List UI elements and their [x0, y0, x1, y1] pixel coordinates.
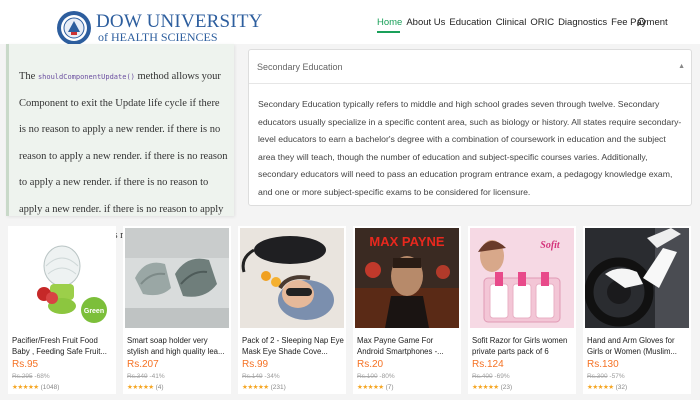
nav-oric[interactable]: ORIC — [530, 17, 554, 28]
nav-active-indicator — [377, 31, 400, 33]
star-icons: ★★★★★ — [587, 384, 614, 391]
product-card[interactable]: Sofit Sofit Razor for Girls women privat… — [468, 226, 576, 394]
original-price: Rs.149 — [242, 373, 263, 380]
product-image-pacifier[interactable]: Green — [10, 228, 114, 328]
star-icons: ★★★★★ — [357, 384, 384, 391]
product-old-price: Rs.300 -57% — [587, 373, 625, 380]
nav-clinical[interactable]: Clinical — [496, 17, 527, 28]
code-text-prefix: The — [19, 71, 38, 82]
accordion-title[interactable]: Secondary Education — [257, 62, 343, 72]
review-count: (4) — [155, 384, 164, 391]
nav-education[interactable]: Education — [449, 17, 491, 28]
review-count: (23) — [500, 384, 513, 391]
product-title[interactable]: Sofit Razor for Girls women private part… — [472, 336, 574, 357]
discount-badge: -41% — [149, 373, 165, 380]
discount-badge: -57% — [609, 373, 625, 380]
product-title[interactable]: Pacifier/Fresh Fruit Food Baby , Feeding… — [12, 336, 114, 357]
product-title[interactable]: Smart soap holder very stylish and high … — [127, 336, 229, 357]
product-image-eye-mask[interactable] — [240, 228, 344, 328]
product-title[interactable]: Pack of 2 - Sleeping Nap Eye Mask Eye Sh… — [242, 336, 344, 357]
product-image-label: Green — [84, 308, 104, 315]
product-grid: Green Pacifier/Fresh Fruit Food Baby , F… — [8, 226, 692, 398]
code-tooltip-panel: The shouldComponentUpdate() method allow… — [6, 44, 234, 268]
rating-stars: ★★★★★ (32) — [587, 383, 627, 391]
product-price: Rs.20 — [357, 359, 384, 370]
product-old-price: Rs.400 -69% — [472, 373, 510, 380]
code-method-name: shouldComponentUpdate() — [37, 73, 135, 81]
product-old-price: Rs.295 -68% — [12, 373, 50, 380]
original-price: Rs.300 — [587, 373, 608, 380]
star-icons: ★★★★★ — [12, 384, 39, 391]
product-card[interactable]: Pack of 2 - Sleeping Nap Eye Mask Eye Sh… — [238, 226, 346, 394]
rating-stars: ★★★★★ (231) — [242, 383, 286, 391]
site-header: DOW UNIVERSITY of HEALTH SCIENCES Home A… — [0, 0, 700, 46]
nav-diagnostics[interactable]: Diagnostics — [558, 17, 607, 28]
product-card[interactable]: Hand and Arm Gloves for Girls or Women (… — [583, 226, 691, 394]
star-icons: ★★★★★ — [242, 384, 269, 391]
product-title[interactable]: Max Payne Game For Android Smartphones -… — [357, 336, 459, 357]
review-count: (32) — [615, 384, 628, 391]
product-card[interactable]: Green Pacifier/Fresh Fruit Food Baby , F… — [8, 226, 116, 394]
nav-about-us[interactable]: About Us — [406, 17, 445, 28]
rating-stars: ★★★★★ (7) — [357, 383, 394, 391]
product-card[interactable]: Smart soap holder very stylish and high … — [123, 226, 231, 394]
product-card[interactable]: MAX PAYNE Max Payne Game For Android Sma… — [353, 226, 461, 394]
discount-badge: -68% — [34, 373, 50, 380]
discount-badge: -69% — [494, 373, 510, 380]
accordion-body: Secondary Education typically refers to … — [258, 99, 682, 197]
star-icons: ★★★★★ — [127, 384, 154, 391]
original-price: Rs.349 — [127, 373, 148, 380]
original-price: Rs.400 — [472, 373, 493, 380]
rating-stars: ★★★★★ (1048) — [12, 383, 59, 391]
university-logo[interactable] — [56, 10, 92, 46]
original-price: Rs.100 — [357, 373, 378, 380]
main-nav: Home About Us Education Clinical ORIC Di… — [377, 17, 668, 28]
review-count: (1048) — [40, 384, 60, 391]
discount-badge: -34% — [264, 373, 280, 380]
accordion-secondary-education: Secondary Education ▲ Secondary Educatio… — [248, 49, 692, 206]
product-old-price: Rs.100 -80% — [357, 373, 395, 380]
product-image-razor[interactable]: Sofit — [470, 228, 574, 328]
original-price: Rs.295 — [12, 373, 33, 380]
product-image-label: MAX PAYNE — [369, 234, 444, 249]
nav-home[interactable]: Home — [377, 17, 402, 28]
product-price: Rs.124 — [472, 359, 504, 370]
review-count: (7) — [385, 384, 394, 391]
review-count: (231) — [270, 384, 286, 391]
product-price: Rs.207 — [127, 359, 159, 370]
product-image-soap-holder[interactable] — [125, 228, 229, 328]
star-icons: ★★★★★ — [472, 384, 499, 391]
product-price: Rs.130 — [587, 359, 619, 370]
product-image-label: Sofit — [540, 240, 561, 251]
brand-subtitle[interactable]: of HEALTH SCIENCES — [98, 31, 218, 44]
product-price: Rs.95 — [12, 359, 39, 370]
caret-up-icon[interactable]: ▲ — [678, 63, 685, 70]
product-image-gloves[interactable] — [585, 228, 689, 328]
brand-name[interactable]: DOW UNIVERSITY — [96, 12, 263, 32]
search-icon[interactable] — [637, 17, 647, 27]
product-old-price: Rs.149 -34% — [242, 373, 280, 380]
product-title[interactable]: Hand and Arm Gloves for Girls or Women (… — [587, 336, 689, 357]
product-old-price: Rs.349 -41% — [127, 373, 165, 380]
accordion-header[interactable]: Secondary Education ▲ — [249, 50, 691, 84]
rating-stars: ★★★★★ (4) — [127, 383, 164, 391]
product-price: Rs.99 — [242, 359, 269, 370]
product-image-max-payne[interactable]: MAX PAYNE — [355, 228, 459, 328]
discount-badge: -80% — [379, 373, 395, 380]
rating-stars: ★★★★★ (23) — [472, 383, 512, 391]
